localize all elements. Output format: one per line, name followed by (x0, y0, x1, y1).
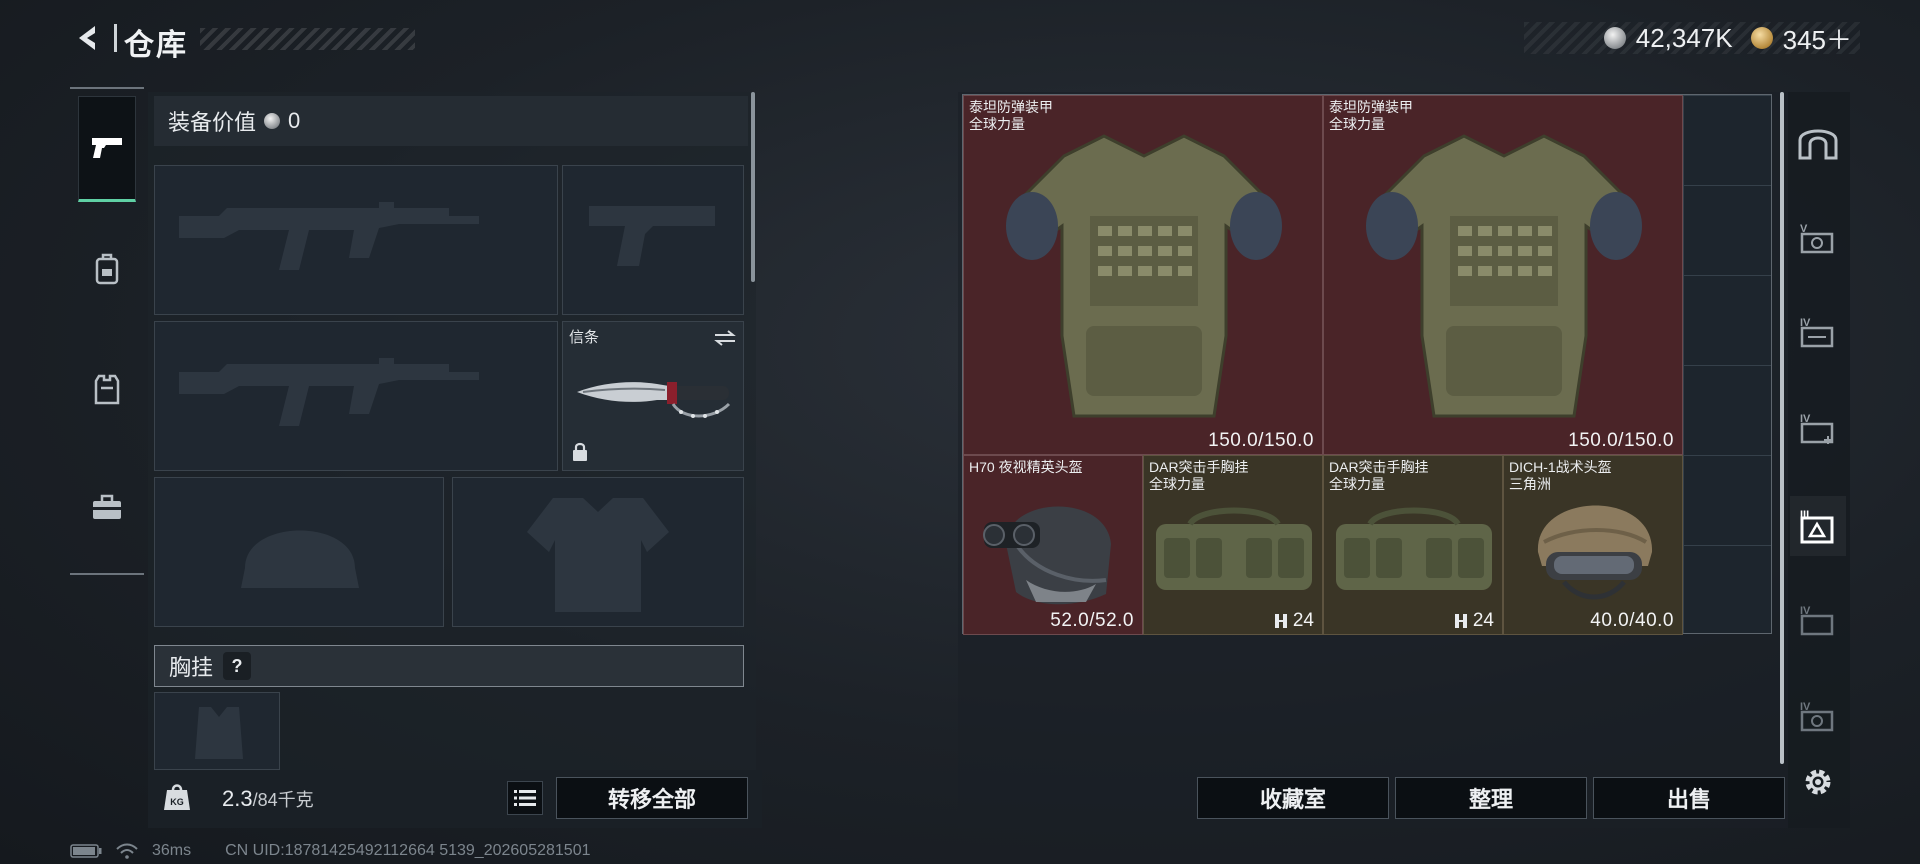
stash-page-3-button[interactable]: IV (1790, 302, 1846, 362)
item-name: H70 夜视精英头盔 (969, 459, 1083, 475)
equip-value-label: 装备价值 (168, 110, 257, 135)
list-view-button[interactable] (507, 781, 543, 815)
melee-label: 信条 (569, 329, 600, 346)
stash-item-armor-1[interactable]: 泰坦防弹装甲 全球力量 150.0/150.0 (963, 95, 1323, 455)
stash-page-icon: III (1800, 509, 1834, 544)
back-arrow-icon (79, 26, 95, 50)
item-durability: 40.0/40.0 (1590, 610, 1674, 631)
ping-readout: 36ms (152, 842, 192, 859)
item-durability: 150.0/150.0 (1568, 430, 1674, 451)
stash-item-armor-2[interactable]: 泰坦防弹装甲 全球力量 150.0/150.0 (1323, 95, 1683, 455)
body-armor-icon (1366, 134, 1642, 418)
weight-readout: 2.3/84千克 (222, 786, 314, 812)
item-capacity: 24 (1453, 610, 1494, 632)
chest-rig-silhouette-icon (195, 707, 243, 759)
grid-capacity-icon (1274, 614, 1287, 628)
gear-icon (1805, 769, 1831, 795)
vest-icon (94, 374, 120, 405)
helmet-silhouette-icon (241, 530, 359, 588)
rifle-silhouette-icon (179, 202, 479, 270)
status-line: 36ms CN UID:18781425492112664 5139_20260… (70, 842, 590, 860)
stash-page-icon: V (1800, 223, 1834, 254)
user-id: CN UID:18781425492112664 5139_2026052815… (225, 842, 591, 859)
back-button[interactable] (70, 20, 106, 56)
item-durability: 150.0/150.0 (1208, 430, 1314, 451)
stash-page-7-button[interactable]: IV (1790, 686, 1846, 746)
item-durability: 52.0/52.0 (1050, 610, 1134, 631)
collection-button[interactable]: 收藏室 (1197, 777, 1389, 819)
transfer-all-button[interactable]: 转移全部 (556, 777, 748, 819)
stash-page-icon: IV (1800, 701, 1834, 732)
stash-page-6-button[interactable]: IV (1790, 590, 1846, 650)
silver-coin-icon (1603, 27, 1626, 49)
loadout-scrollbar[interactable] (751, 92, 755, 282)
stash-item-chest-rig-2[interactable]: DAR突击手胸挂 全球力量 24 (1323, 455, 1503, 635)
battery-icon (70, 844, 102, 858)
lock-icon (573, 442, 587, 461)
stash-page-icon: IV (1800, 317, 1834, 348)
sidearm-slot[interactable] (562, 165, 744, 315)
melee-slot[interactable]: 信条 (562, 321, 744, 471)
list-icon (514, 790, 536, 806)
rifle-silhouette-icon (179, 358, 479, 426)
weight-capacity: /84千克 (252, 790, 314, 810)
armor-silhouette-icon (527, 498, 669, 612)
tab-backpack[interactable] (78, 216, 136, 322)
pistol-icon (92, 138, 122, 158)
stash-item-nv-helmet[interactable]: H70 夜视精英头盔 52.0/52.0 (963, 455, 1143, 635)
toolbox-icon (93, 494, 121, 519)
title-separator (114, 24, 117, 52)
sell-button[interactable]: 出售 (1593, 777, 1785, 819)
settings-button[interactable] (1790, 752, 1846, 812)
tactical-helmet-icon (1537, 505, 1653, 600)
chest-rig-icon (1336, 507, 1492, 590)
sort-button[interactable]: 整理 (1395, 777, 1587, 819)
stash-page-4-button[interactable]: IV (1790, 398, 1846, 458)
gold-currency-value[interactable]: 345＋ (1783, 20, 1852, 57)
item-capacity: 24 (1273, 610, 1314, 632)
weight-value: 2.3 (222, 786, 253, 811)
pistol-silhouette-icon (589, 206, 715, 266)
title-decoration (200, 28, 415, 50)
help-button[interactable]: ? (223, 652, 252, 680)
stash-item-tactical-helmet[interactable]: DICH-1战术头盔 三角洲 40.0/40.0 (1503, 455, 1683, 635)
currency-bar: 42,347K 345＋ (1524, 20, 1860, 57)
body-armor-icon (1006, 134, 1282, 418)
silver-currency-value: 42,347K (1635, 22, 1733, 53)
helmet-slot[interactable] (154, 477, 444, 627)
chest-rig-header: 胸挂 ? (154, 645, 744, 687)
stash-page-2-button[interactable]: V (1790, 208, 1846, 268)
stash-home-button[interactable] (1790, 112, 1846, 172)
knife-icon (577, 382, 731, 418)
tab-weapons[interactable] (78, 96, 136, 202)
gold-coin-icon (1750, 27, 1773, 49)
arch-icon (1798, 129, 1838, 160)
primary-weapon-slot[interactable] (154, 165, 558, 315)
vest-label: 胸挂 (169, 655, 214, 680)
wifi-icon (116, 843, 138, 859)
tab-vest[interactable] (78, 336, 136, 442)
chest-rig-icon (1156, 507, 1312, 590)
svg-text:KG: KG (170, 797, 184, 807)
chest-rig-slot[interactable] (154, 692, 280, 770)
equip-value: 0 (288, 108, 301, 133)
secondary-weapon-slot[interactable] (154, 321, 558, 471)
stash-item-chest-rig-1[interactable]: DAR突击手胸挂 全球力量 24 (1143, 455, 1323, 635)
backpack-icon (95, 253, 119, 285)
stash-page-icon: IV (1800, 413, 1834, 444)
tab-toolbox[interactable] (78, 454, 136, 560)
item-name: DAR突击手胸挂 全球力量 (1329, 459, 1429, 492)
body-armor-slot[interactable] (452, 477, 744, 627)
stash-page-5-button[interactable]: III (1790, 496, 1846, 556)
silver-coin-icon (264, 113, 281, 129)
weight-icon: KG (160, 780, 194, 814)
stash-scrollbar[interactable] (1780, 92, 1784, 764)
page-title: 仓库 (124, 29, 188, 62)
equipment-value-header: 装备价值 0 (154, 96, 748, 146)
swap-icon[interactable] (713, 328, 737, 348)
item-name: DAR突击手胸挂 全球力量 (1149, 459, 1249, 492)
grid-capacity-icon (1454, 614, 1467, 628)
stash-page-icon: IV (1800, 605, 1834, 636)
night-vision-helmet-icon (983, 506, 1111, 605)
